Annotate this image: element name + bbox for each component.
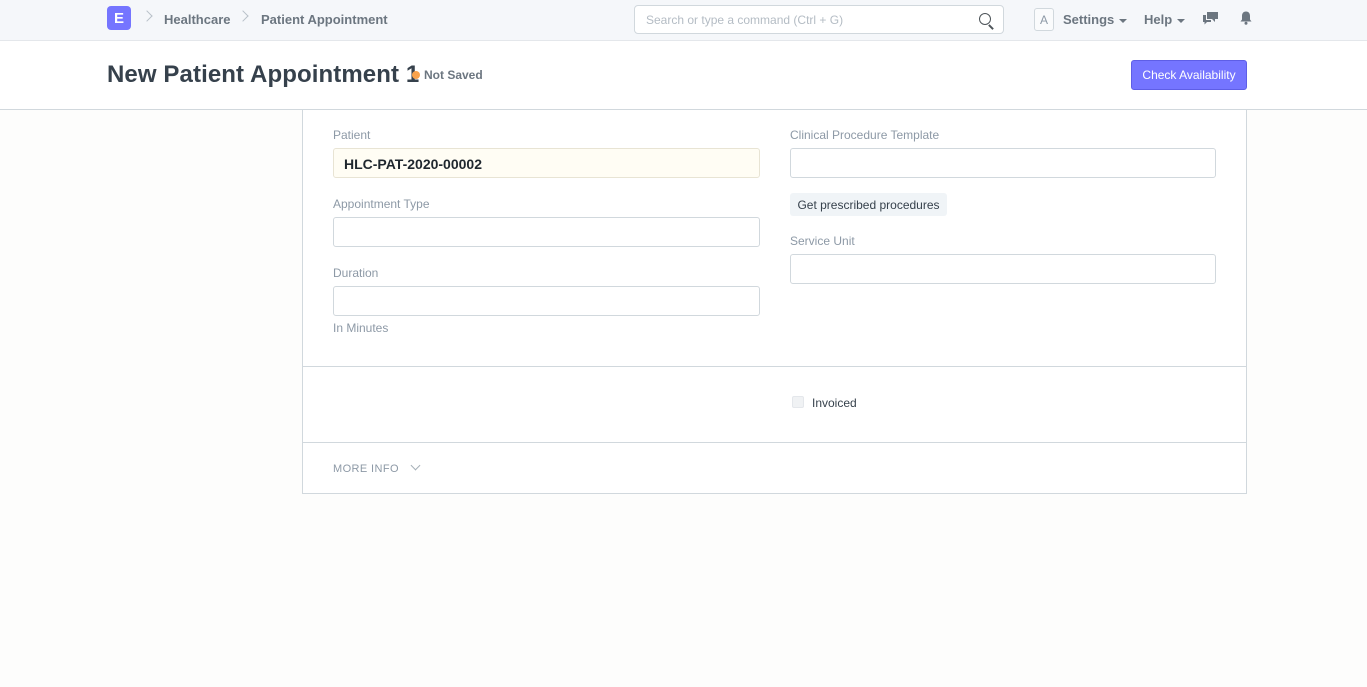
search-input[interactable]: Search or type a command (Ctrl + G) (634, 5, 1004, 34)
settings-dropdown[interactable]: Settings (1063, 12, 1128, 27)
avatar[interactable]: A (1034, 8, 1054, 31)
breadcrumb-healthcare[interactable]: Healthcare (164, 12, 230, 27)
status-indicator-dot (412, 71, 420, 79)
page-title: New Patient Appointment 1 (107, 61, 420, 88)
caret-down-icon (1119, 18, 1128, 23)
caret-down-icon (1177, 18, 1186, 23)
clinical-procedure-template-label: Clinical Procedure Template (790, 128, 940, 142)
navbar: E Healthcare Patient Appointment Search … (0, 0, 1367, 41)
get-prescribed-procedures-button[interactable]: Get prescribed procedures (790, 193, 947, 216)
service-unit-label: Service Unit (790, 234, 855, 248)
search-icon[interactable] (979, 13, 991, 25)
appointment-type-label: Appointment Type (333, 197, 430, 211)
chevron-right-icon (237, 10, 249, 22)
search-placeholder: Search or type a command (Ctrl + G) (646, 13, 844, 27)
section-divider (303, 442, 1246, 443)
patient-label: Patient (333, 128, 371, 142)
app-logo[interactable]: E (107, 6, 131, 30)
status-badge: Not Saved (424, 68, 483, 82)
breadcrumb-patient-appointment[interactable]: Patient Appointment (261, 12, 388, 27)
check-availability-button[interactable]: Check Availability (1131, 60, 1247, 90)
duration-field[interactable] (333, 286, 760, 316)
invoiced-checkbox[interactable] (792, 396, 804, 408)
patient-field[interactable]: HLC-PAT-2020-00002 (333, 148, 760, 178)
help-dropdown[interactable]: Help (1144, 12, 1186, 27)
duration-description: In Minutes (333, 321, 389, 335)
service-unit-field[interactable] (790, 254, 1216, 284)
chat-icon[interactable] (1203, 12, 1218, 25)
bell-icon[interactable] (1240, 11, 1252, 25)
chevron-right-icon (141, 10, 153, 22)
help-label: Help (1144, 12, 1173, 27)
more-info-section-toggle[interactable]: MORE INFO (333, 463, 399, 475)
invoiced-label: Invoiced (812, 396, 857, 410)
chevron-down-icon[interactable] (410, 460, 421, 471)
section-divider (303, 366, 1246, 367)
settings-label: Settings (1063, 12, 1115, 27)
patient-value: HLC-PAT-2020-00002 (344, 156, 482, 172)
form-card: Patient HLC-PAT-2020-00002 Appointment T… (302, 110, 1247, 494)
duration-label: Duration (333, 266, 379, 280)
page-head: New Patient Appointment 1 Not Saved Chec… (0, 41, 1367, 110)
clinical-procedure-template-field[interactable] (790, 148, 1216, 178)
appointment-type-field[interactable] (333, 217, 760, 247)
